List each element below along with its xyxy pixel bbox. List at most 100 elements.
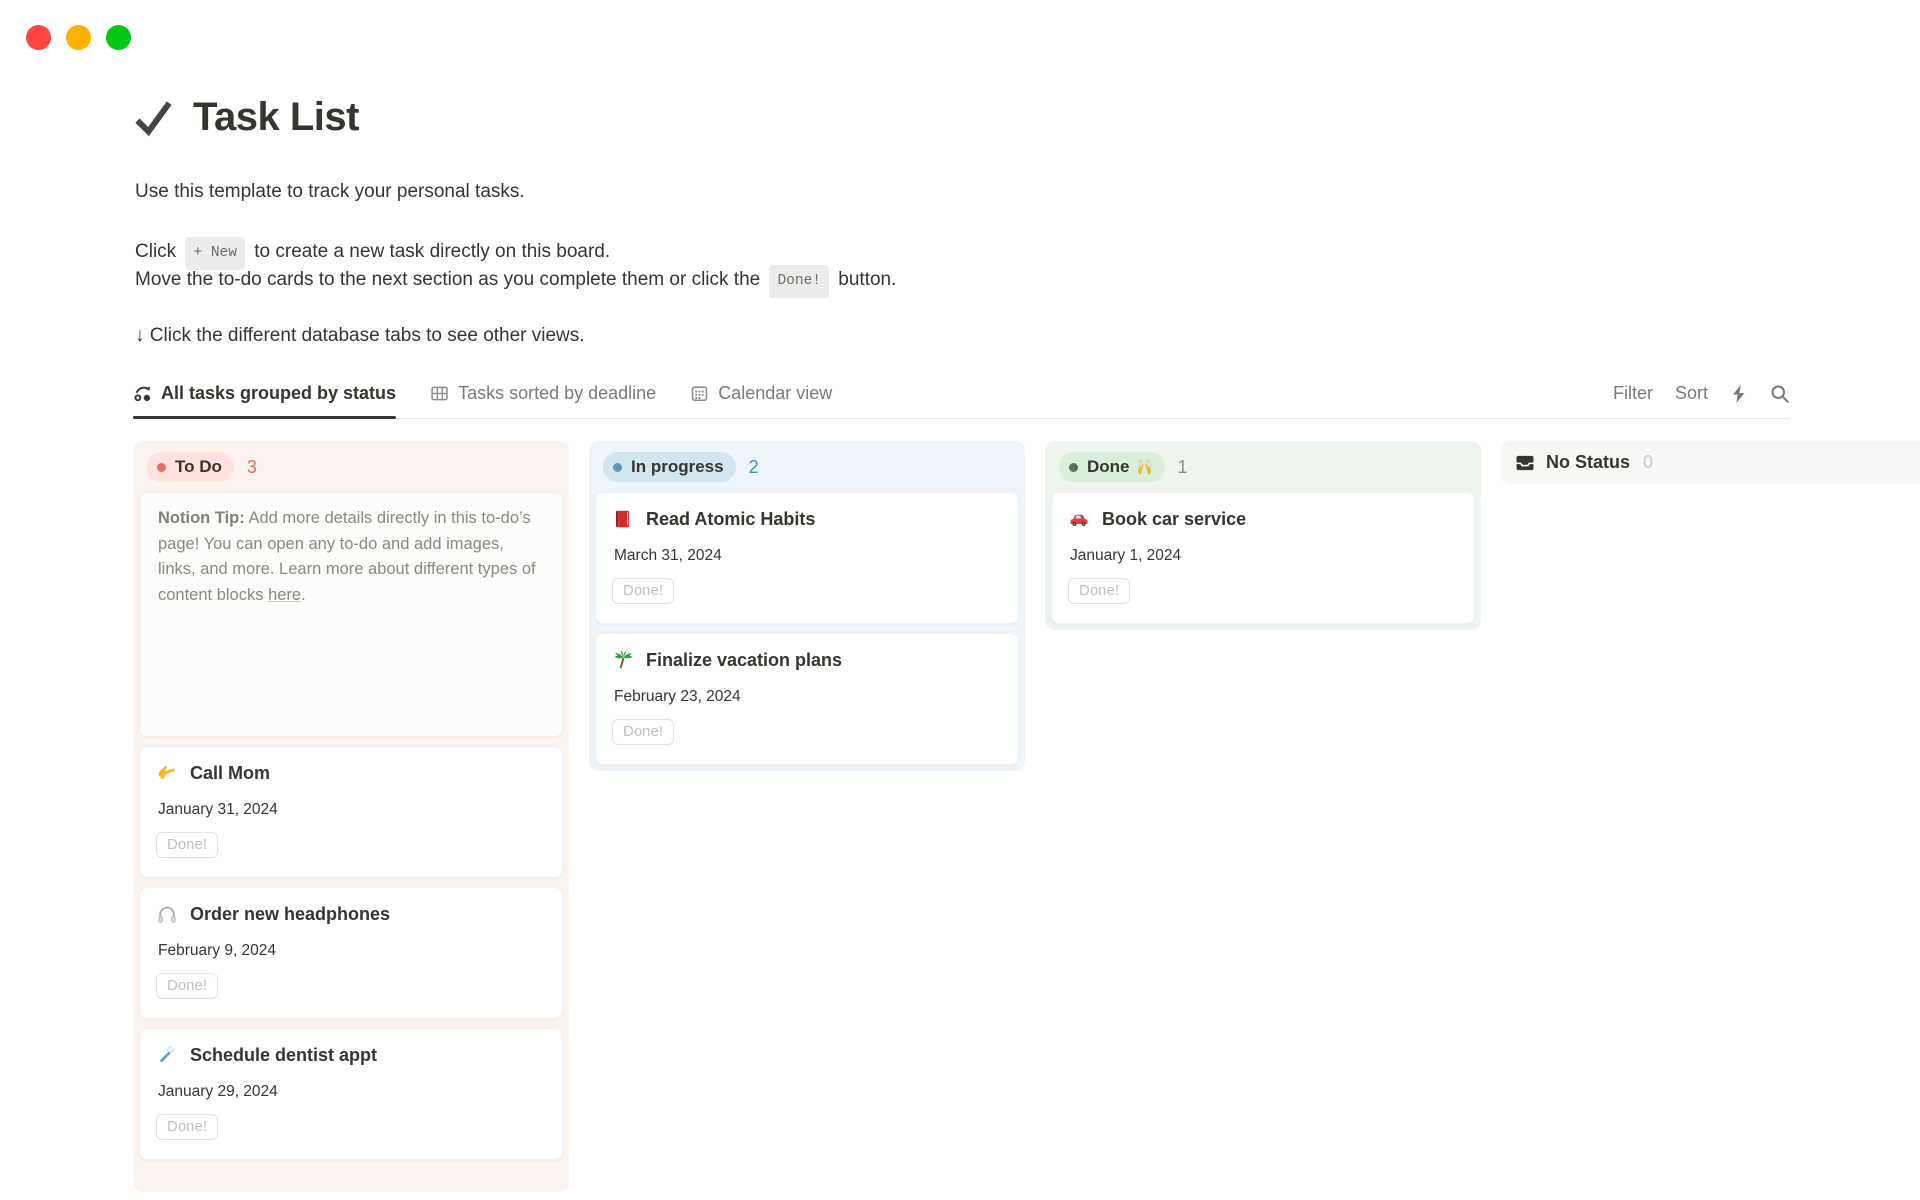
card-title-row: Book car service xyxy=(1068,508,1458,530)
close-button[interactable] xyxy=(26,25,51,50)
status-label[interactable]: No Status xyxy=(1546,452,1630,473)
task-card-book-car-service[interactable]: Book car service January 1, 2024 Done! xyxy=(1051,492,1475,624)
search-icon[interactable] xyxy=(1770,384,1790,404)
calendar-icon xyxy=(690,384,709,403)
card-date: March 31, 2024 xyxy=(614,547,1002,565)
status-dot xyxy=(157,463,166,472)
view-tabs: All tasks grouped by status Tasks sorted… xyxy=(133,383,832,418)
card-title: Schedule dentist appt xyxy=(190,1045,377,1066)
card-title: Order new headphones xyxy=(190,904,390,925)
column-header-no-status: No Status 0 xyxy=(1507,447,1920,478)
minimize-button[interactable] xyxy=(66,25,91,50)
column-header-in-progress: In progress 2 xyxy=(595,447,1019,492)
status-dot xyxy=(613,463,622,472)
kanban-board: To Do 3 Notion Tip: Add more details dir… xyxy=(133,441,1920,1192)
page-title: Task List xyxy=(193,95,359,140)
tab-label: Calendar view xyxy=(718,383,832,404)
check-icon xyxy=(131,96,175,140)
done-button[interactable]: Done! xyxy=(612,578,674,604)
card-title: Call Mom xyxy=(190,763,270,784)
card-date: January 31, 2024 xyxy=(158,801,546,819)
column-header-done: Done 1 xyxy=(1051,447,1475,492)
instruction-text: to create a new task directly on this bo… xyxy=(254,241,610,262)
board-column-no-status: No Status 0 xyxy=(1501,441,1920,484)
done-button[interactable]: Done! xyxy=(156,1114,218,1140)
status-label: To Do xyxy=(175,457,222,477)
lightning-icon[interactable] xyxy=(1730,384,1748,404)
inbox-icon xyxy=(1515,453,1535,473)
done-chip: Done! xyxy=(769,265,829,298)
status-label-text: Done xyxy=(1087,457,1130,477)
status-icon xyxy=(133,384,152,403)
task-card-schedule-dentist-appt[interactable]: Schedule dentist appt January 29, 2024 D… xyxy=(139,1028,563,1160)
card-title-row: Order new headphones xyxy=(156,903,546,925)
instruction-text: button. xyxy=(838,269,896,290)
call-me-hand-icon xyxy=(156,762,178,784)
tip-text: Notion Tip: Add more details directly in… xyxy=(158,506,544,608)
raising-hands-icon xyxy=(1136,459,1153,476)
card-date: February 23, 2024 xyxy=(614,688,1002,706)
window-controls xyxy=(26,25,131,50)
card-title-row: Call Mom xyxy=(156,762,546,784)
status-pill-todo[interactable]: To Do xyxy=(147,452,234,482)
done-button[interactable]: Done! xyxy=(156,973,218,999)
status-dot xyxy=(1069,463,1078,472)
card-title-row: Read Atomic Habits xyxy=(612,508,1002,530)
tip-suffix: . xyxy=(301,586,306,604)
done-button[interactable]: Done! xyxy=(1068,578,1130,604)
card-title: Finalize vacation plans xyxy=(646,650,842,671)
card-list: Notion Tip: Add more details directly in… xyxy=(139,492,563,1160)
status-label: In progress xyxy=(631,457,724,477)
tip-here-link[interactable]: here xyxy=(268,586,301,604)
card-date: January 1, 2024 xyxy=(1070,547,1458,565)
view-controls: Filter Sort xyxy=(1613,383,1790,418)
red-book-icon xyxy=(612,508,634,530)
card-list: Book car service January 1, 2024 Done! xyxy=(1051,492,1475,624)
instruction-line-2: Move the to-do cards to the next section… xyxy=(135,266,896,299)
card-title-row: Finalize vacation plans xyxy=(612,649,1002,671)
status-pill-in-progress[interactable]: In progress xyxy=(603,452,736,482)
board-column-todo: To Do 3 Notion Tip: Add more details dir… xyxy=(133,441,569,1192)
column-count: 0 xyxy=(1643,452,1653,473)
card-date: February 9, 2024 xyxy=(158,942,546,960)
filter-button[interactable]: Filter xyxy=(1613,383,1653,404)
headphones-icon xyxy=(156,903,178,925)
task-card-order-new-headphones[interactable]: Order new headphones February 9, 2024 Do… xyxy=(139,887,563,1019)
tab-calendar-view[interactable]: Calendar view xyxy=(690,383,832,418)
tab-label: Tasks sorted by deadline xyxy=(458,383,656,404)
task-card-finalize-vacation-plans[interactable]: Finalize vacation plans February 23, 202… xyxy=(595,633,1019,765)
page-header: Task List xyxy=(131,95,359,140)
board-column-done: Done 1 Book car service January 1, 2024 … xyxy=(1045,441,1481,630)
instruction-text: Click xyxy=(135,241,176,262)
tab-all-tasks-grouped-by-status[interactable]: All tasks grouped by status xyxy=(133,383,396,418)
table-icon xyxy=(430,384,449,403)
instruction-line-3: ↓ Click the different database tabs to s… xyxy=(135,322,585,350)
card-title: Read Atomic Habits xyxy=(646,509,815,530)
zoom-button[interactable] xyxy=(106,25,131,50)
notion-tip-card[interactable]: Notion Tip: Add more details directly in… xyxy=(139,492,563,737)
tab-tasks-sorted-by-deadline[interactable]: Tasks sorted by deadline xyxy=(430,383,656,418)
page-subtitle: Use this template to track your personal… xyxy=(135,181,525,203)
instruction-text: Move the to-do cards to the next section… xyxy=(135,269,760,290)
sort-button[interactable]: Sort xyxy=(1675,383,1708,404)
board-column-in-progress: In progress 2 Read Atomic Habits March 3… xyxy=(589,441,1025,771)
card-title-row: Schedule dentist appt xyxy=(156,1044,546,1066)
card-title: Book car service xyxy=(1102,509,1246,530)
done-button[interactable]: Done! xyxy=(612,719,674,745)
red-car-icon xyxy=(1068,508,1090,530)
task-card-read-atomic-habits[interactable]: Read Atomic Habits March 31, 2024 Done! xyxy=(595,492,1019,624)
card-date: January 29, 2024 xyxy=(158,1083,546,1101)
column-header-todo: To Do 3 xyxy=(139,447,563,492)
column-count: 2 xyxy=(749,457,759,478)
status-pill-done[interactable]: Done xyxy=(1059,452,1165,482)
toothbrush-icon xyxy=(156,1044,178,1066)
tip-prefix: Notion Tip: xyxy=(158,509,245,527)
palm-tree-icon xyxy=(612,649,634,671)
view-tabs-bar: All tasks grouped by status Tasks sorted… xyxy=(133,383,1790,419)
card-list: Read Atomic Habits March 31, 2024 Done! … xyxy=(595,492,1019,765)
tab-label: All tasks grouped by status xyxy=(161,383,396,404)
column-count: 1 xyxy=(1178,457,1188,478)
done-button[interactable]: Done! xyxy=(156,832,218,858)
task-card-call-mom[interactable]: Call Mom January 31, 2024 Done! xyxy=(139,746,563,878)
column-count: 3 xyxy=(247,457,257,478)
